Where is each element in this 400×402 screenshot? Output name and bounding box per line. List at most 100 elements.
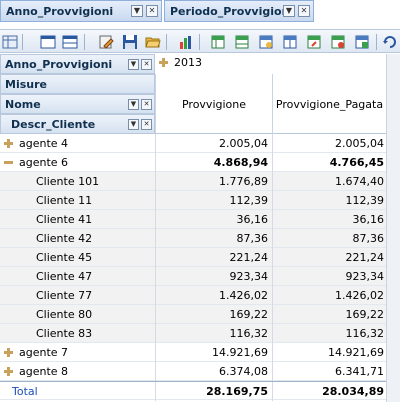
table-row: Cliente 11 112,39 112,39 bbox=[0, 191, 400, 210]
row-label: Cliente 47 bbox=[36, 270, 93, 283]
collapse-icon[interactable] bbox=[4, 158, 13, 167]
export-icon[interactable] bbox=[330, 34, 346, 50]
edit-icon[interactable] bbox=[98, 34, 114, 50]
table-row: Cliente 45 221,24 221,24 bbox=[0, 248, 400, 267]
table-row: Cliente 83 116,32 116,32 bbox=[0, 324, 400, 343]
save-icon[interactable] bbox=[122, 34, 138, 50]
provvigione-cell: 28.169,75 bbox=[155, 382, 272, 401]
row-label-cell: Cliente 42 bbox=[0, 229, 92, 248]
nome-header[interactable]: Nome ▼ ✕ bbox=[0, 94, 155, 114]
descr-cliente-header[interactable]: Descr_Cliente ▼ ✕ bbox=[0, 114, 155, 134]
expand-icon[interactable] bbox=[159, 58, 168, 67]
table-row: agente 4 2.005,04 2.005,04 bbox=[0, 134, 400, 153]
provvigione-cell: 4.868,94 bbox=[155, 153, 272, 172]
provvigione-pagata-cell: 4.766,45 bbox=[272, 153, 386, 172]
year-header[interactable]: 2013 bbox=[159, 56, 202, 69]
row-label-cell: Cliente 11 bbox=[0, 191, 92, 210]
column-header-provvigione[interactable]: Provvigione bbox=[155, 74, 272, 134]
close-icon[interactable]: ✕ bbox=[141, 98, 152, 110]
row-field-label: Anno_Provvigioni bbox=[5, 57, 113, 71]
filter-dropdown-icon[interactable]: ▼ bbox=[128, 58, 139, 70]
layout-icon[interactable] bbox=[40, 34, 56, 50]
filter-dropdown-icon[interactable]: ▼ bbox=[131, 5, 143, 17]
row-label: Cliente 42 bbox=[36, 232, 93, 245]
total-row: Total 28.169,75 28.034,89 bbox=[0, 381, 400, 401]
row-label-cell: Cliente 83 bbox=[0, 324, 92, 343]
row-label-cell: Cliente 80 bbox=[0, 305, 92, 324]
export-icon[interactable] bbox=[234, 34, 250, 50]
provvigione-pagata-cell: 36,16 bbox=[272, 210, 386, 229]
provvigione-pagata-cell: 14.921,69 bbox=[272, 343, 386, 362]
table-row: Cliente 41 36,16 36,16 bbox=[0, 210, 400, 229]
provvigione-cell: 923,34 bbox=[155, 267, 272, 286]
measures-header: Misure bbox=[0, 74, 155, 94]
row-field-header[interactable]: Anno_Provvigioni ▼ ✕ bbox=[0, 54, 155, 74]
row-label-cell: Cliente 41 bbox=[0, 210, 92, 229]
row-label-cell: Cliente 47 bbox=[0, 267, 92, 286]
row-label-cell[interactable]: agente 4 bbox=[0, 134, 68, 153]
provvigione-pagata-cell: 2.005,04 bbox=[272, 134, 386, 153]
grid-icon[interactable] bbox=[2, 34, 18, 50]
close-icon[interactable]: ✕ bbox=[298, 5, 310, 17]
provvigione-cell: 87,36 bbox=[155, 229, 272, 248]
row-label-cell: Cliente 45 bbox=[0, 248, 92, 267]
provvigione-cell: 169,22 bbox=[155, 305, 272, 324]
toolbar bbox=[0, 29, 400, 53]
expand-icon[interactable] bbox=[4, 367, 13, 376]
row-label: agente 7 bbox=[19, 346, 69, 359]
expand-icon[interactable] bbox=[4, 139, 13, 148]
row-label: Total bbox=[12, 385, 38, 398]
provvigione-pagata-cell: 169,22 bbox=[272, 305, 386, 324]
table-row: Cliente 77 1.426,02 1.426,02 bbox=[0, 286, 400, 305]
row-label-cell[interactable]: agente 8 bbox=[0, 362, 68, 381]
provvigione-pagata-cell: 6.341,71 bbox=[272, 362, 386, 381]
export-icon[interactable] bbox=[354, 34, 370, 50]
provvigione-pagata-cell: 923,34 bbox=[272, 267, 386, 286]
open-folder-icon[interactable] bbox=[145, 34, 161, 50]
row-label: Cliente 80 bbox=[36, 308, 93, 321]
table-row: Cliente 42 87,36 87,36 bbox=[0, 229, 400, 248]
provvigione-pagata-cell: 112,39 bbox=[272, 191, 386, 210]
provvigione-cell: 36,16 bbox=[155, 210, 272, 229]
row-label-cell: Cliente 101 bbox=[0, 172, 99, 191]
year-label: 2013 bbox=[174, 56, 202, 69]
filter-dropdown-icon[interactable]: ▼ bbox=[283, 5, 295, 17]
row-label: Cliente 11 bbox=[36, 194, 93, 207]
filter-chip-label: Periodo_Provvigioni bbox=[170, 4, 283, 18]
bar-chart-icon[interactable] bbox=[178, 34, 194, 50]
column-label: Provvigione_Pagata bbox=[275, 97, 384, 111]
close-icon[interactable]: ✕ bbox=[141, 118, 152, 130]
column-header-area: 2013 Provvigione Provvigione_Pagata bbox=[155, 54, 400, 134]
table-row: Cliente 47 923,34 923,34 bbox=[0, 267, 400, 286]
export-icon[interactable] bbox=[306, 34, 322, 50]
close-icon[interactable]: ✕ bbox=[146, 5, 158, 17]
row-label-cell[interactable]: agente 7 bbox=[0, 343, 68, 362]
export-excel-icon[interactable] bbox=[210, 34, 226, 50]
row-label: Cliente 45 bbox=[36, 251, 93, 264]
row-label: agente 6 bbox=[19, 156, 69, 169]
export-icon[interactable] bbox=[258, 34, 274, 50]
provvigione-cell: 221,24 bbox=[155, 248, 272, 267]
row-label: Cliente 41 bbox=[36, 213, 93, 226]
export-icon[interactable] bbox=[282, 34, 298, 50]
filter-dropdown-icon[interactable]: ▼ bbox=[128, 98, 139, 110]
row-label-cell[interactable]: agente 6 bbox=[0, 153, 68, 172]
column-header-provvigione-pagata[interactable]: Provvigione_Pagata bbox=[272, 74, 386, 134]
filter-chip-periodo[interactable]: Periodo_Provvigioni ▼ ✕ bbox=[164, 0, 314, 22]
filter-chip-anno[interactable]: Anno_Provvigioni ▼ ✕ bbox=[0, 0, 162, 22]
provvigione-cell: 2.005,04 bbox=[155, 134, 272, 153]
measures-label: Misure bbox=[5, 77, 47, 91]
refresh-icon[interactable] bbox=[382, 34, 398, 50]
column-label: Provvigione bbox=[181, 97, 247, 111]
row-label-cell: Cliente 77 bbox=[0, 286, 92, 305]
vertical-scrollbar[interactable] bbox=[386, 54, 400, 402]
filter-dropdown-icon[interactable]: ▼ bbox=[128, 118, 139, 130]
descr-cliente-label: Descr_Cliente bbox=[11, 117, 96, 131]
table-icon[interactable] bbox=[62, 34, 78, 50]
close-icon[interactable]: ✕ bbox=[141, 58, 152, 70]
provvigione-cell: 116,32 bbox=[155, 324, 272, 343]
row-label-cell: Total bbox=[0, 382, 38, 401]
expand-icon[interactable] bbox=[4, 348, 13, 357]
provvigione-cell: 1.776,89 bbox=[155, 172, 272, 191]
table-row: agente 6 4.868,94 4.766,45 bbox=[0, 153, 400, 172]
